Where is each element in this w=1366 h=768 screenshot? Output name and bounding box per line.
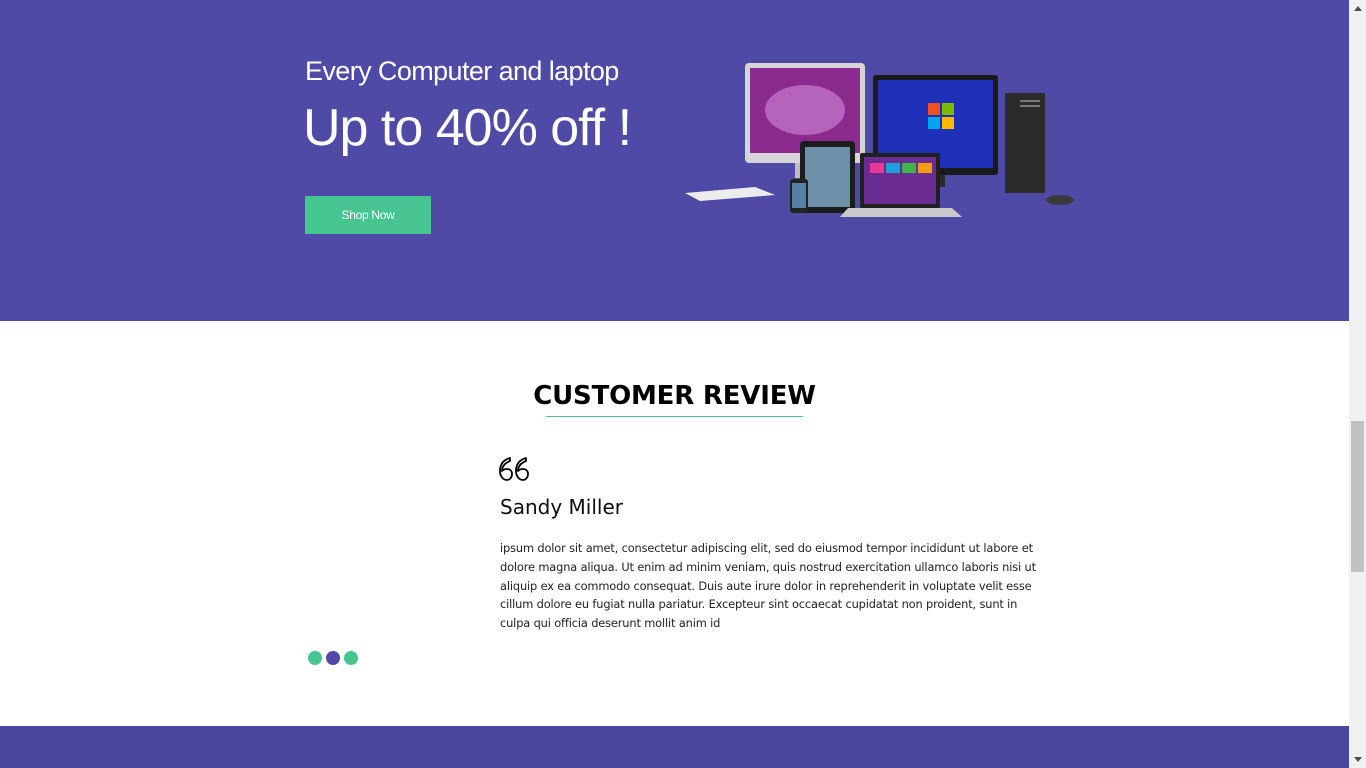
footer [0,726,1349,768]
title-underline [546,416,803,417]
shop-now-button[interactable]: Shop Now [305,196,431,234]
section-title: CUSTOMER REVIEW [533,381,816,411]
banner-subtitle: Every Computer and laptop [305,56,619,86]
scrollbar-thumb[interactable] [1351,421,1364,572]
carousel-dot-3[interactable] [344,651,358,665]
promo-banner: Every Computer and laptop Up to 40% off … [0,0,1349,321]
review-text: ipsum dolor sit amet, consectetur adipis… [500,541,1036,631]
banner-title: Up to 40% off ! [303,99,632,157]
page: Every Computer and laptop Up to 40% off … [0,0,1349,768]
scroll-down-icon[interactable] [1349,751,1366,768]
carousel-dot-2[interactable] [326,651,340,665]
devices-image [685,63,1074,217]
vertical-scrollbar[interactable] [1349,0,1366,768]
carousel-dot-1[interactable] [308,651,322,665]
reviewer-name: Sandy Miller [500,495,623,519]
carousel-indicators [308,651,358,665]
scroll-up-icon[interactable] [1349,0,1366,17]
quote-icon [499,457,529,481]
